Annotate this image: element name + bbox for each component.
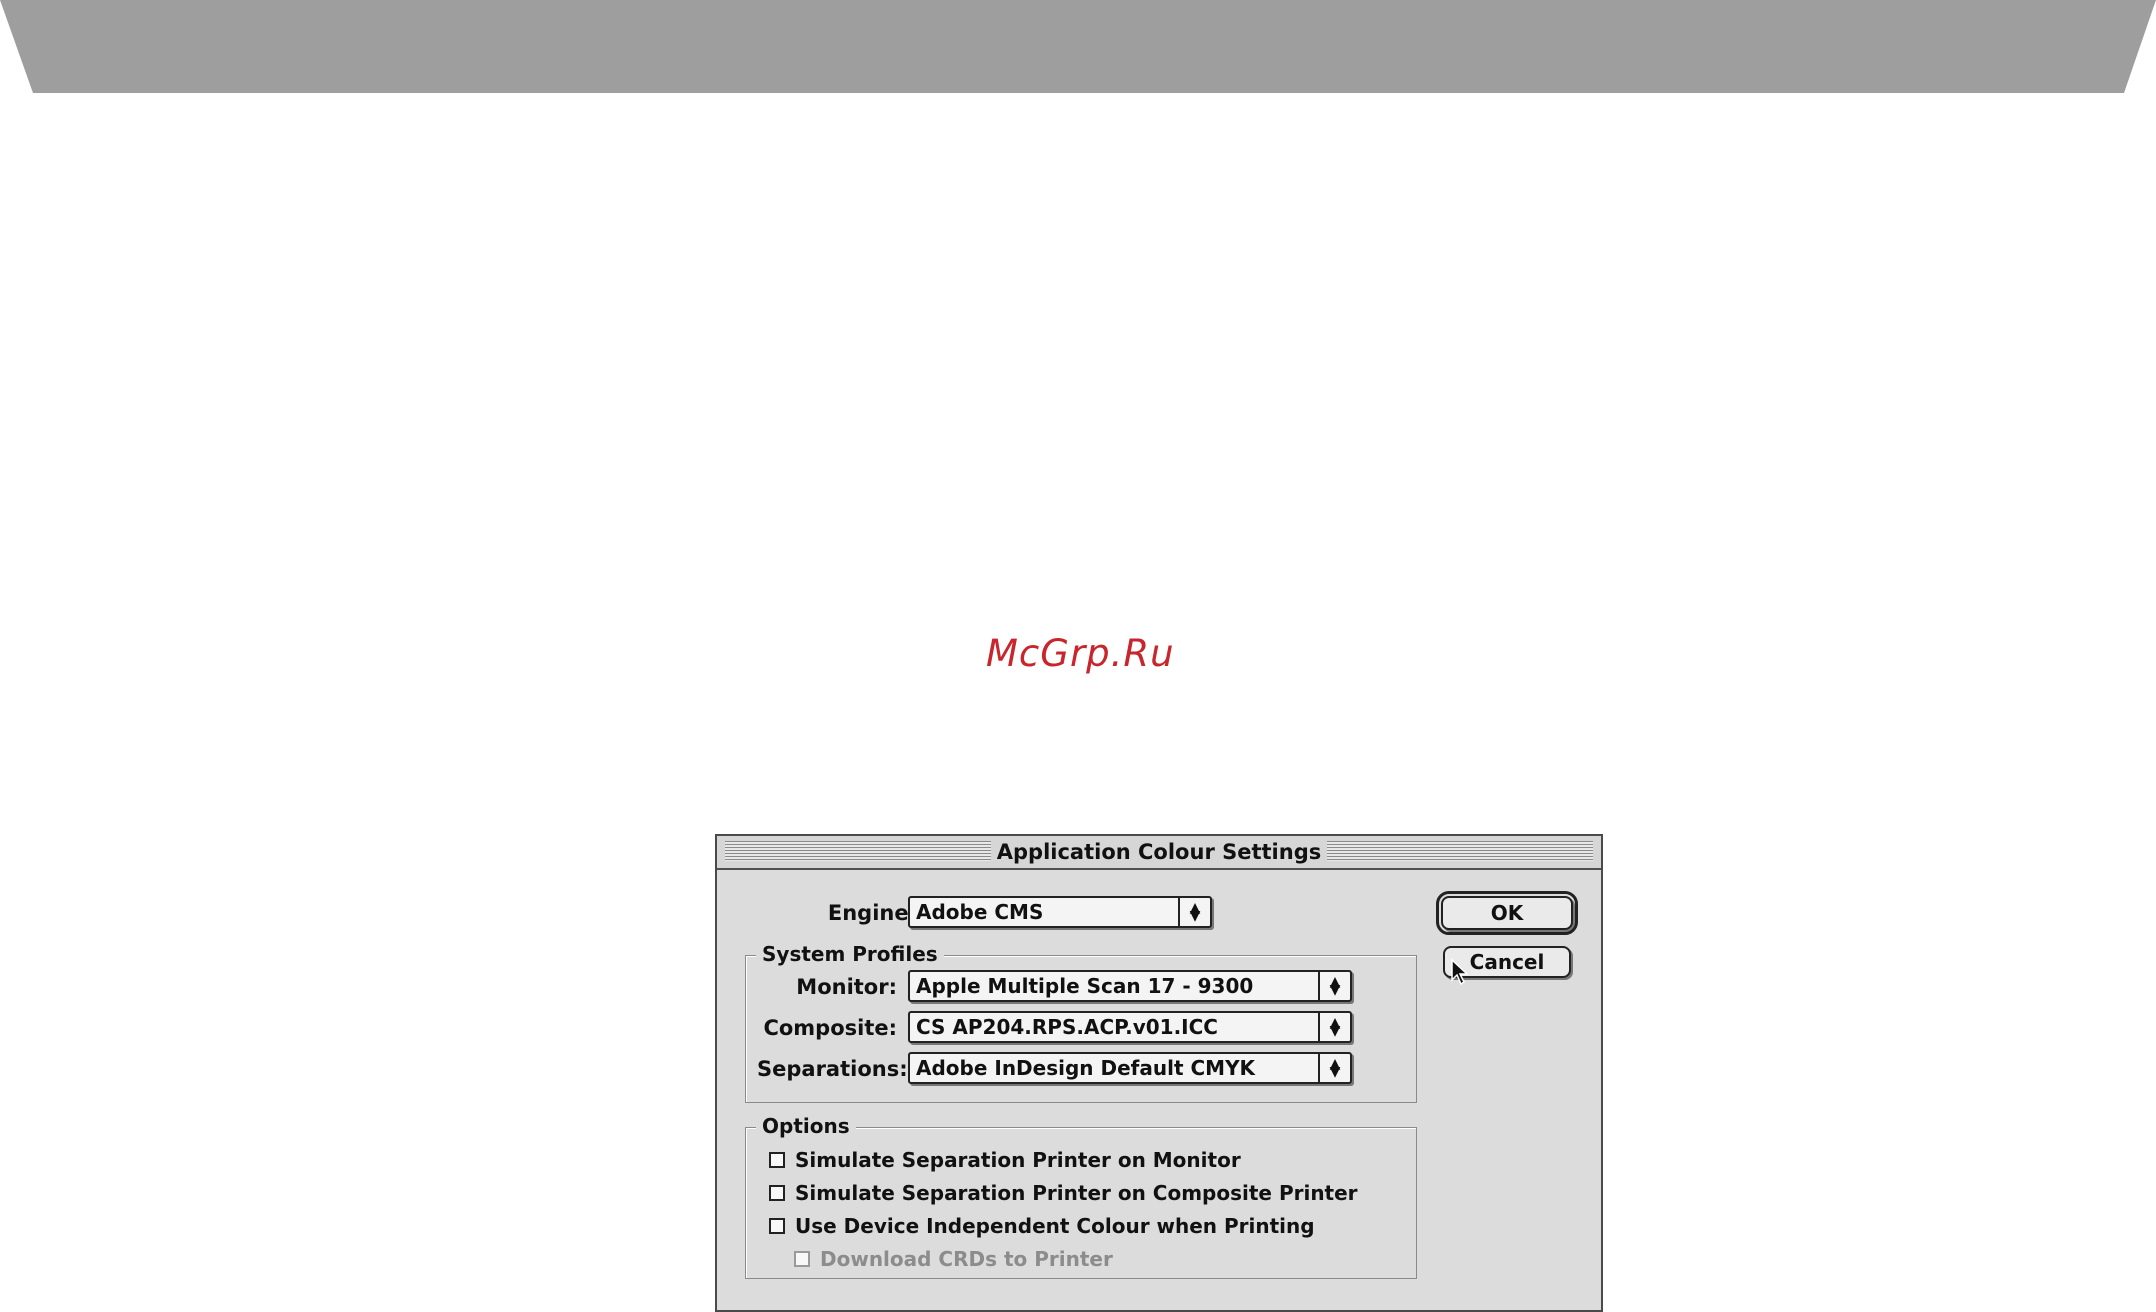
option-simulate-composite[interactable]: Simulate Separation Printer on Composite… [769, 1181, 1358, 1205]
popup-arrows-icon: ▲ ▼ [1318, 1013, 1350, 1041]
option-label: Download CRDs to Printer [820, 1247, 1113, 1271]
composite-popup[interactable]: CS AP204.RPS.ACP.v01.ICC ▲ ▼ [908, 1011, 1352, 1043]
option-label: Simulate Separation Printer on Monitor [795, 1148, 1241, 1172]
option-device-independent[interactable]: Use Device Independent Colour when Print… [769, 1214, 1315, 1238]
checkbox [794, 1251, 810, 1267]
ok-button[interactable]: OK [1436, 891, 1578, 935]
option-download-crds: Download CRDs to Printer [794, 1247, 1113, 1271]
popup-arrows-icon: ▲ ▼ [1178, 898, 1210, 926]
option-label: Simulate Separation Printer on Composite… [795, 1181, 1358, 1205]
titlebar-stripes [1305, 841, 1593, 861]
composite-value: CS AP204.RPS.ACP.v01.ICC [916, 1015, 1218, 1039]
monitor-value: Apple Multiple Scan 17 - 9300 [916, 974, 1254, 998]
separations-popup[interactable]: Adobe InDesign Default CMYK ▲ ▼ [908, 1052, 1352, 1084]
system-profiles-title: System Profiles [756, 942, 944, 966]
separations-label: Separations: [757, 1057, 908, 1081]
mouse-cursor-icon [1451, 958, 1469, 986]
engine-label: Engine: [827, 901, 917, 925]
composite-label: Composite: [763, 1016, 897, 1040]
popup-arrows-icon: ▲ ▼ [1318, 972, 1350, 1000]
checkbox[interactable] [769, 1218, 785, 1234]
monitor-label: Monitor: [796, 975, 897, 999]
checkbox[interactable] [769, 1185, 785, 1201]
engine-value: Adobe CMS [916, 900, 1044, 924]
separations-value: Adobe InDesign Default CMYK [916, 1056, 1256, 1080]
application-colour-settings-dialog: Application Colour Settings Engine: Adob… [715, 834, 1603, 1312]
option-simulate-monitor[interactable]: Simulate Separation Printer on Monitor [769, 1148, 1241, 1172]
options-title: Options [756, 1114, 856, 1138]
dialog-titlebar[interactable]: Application Colour Settings [717, 836, 1601, 870]
checkbox[interactable] [769, 1152, 785, 1168]
engine-popup[interactable]: Adobe CMS ▲ ▼ [908, 896, 1212, 928]
titlebar-stripes [725, 841, 1020, 861]
watermark-text: McGrp.Ru [986, 632, 1175, 675]
monitor-popup[interactable]: Apple Multiple Scan 17 - 9300 ▲ ▼ [908, 970, 1352, 1002]
option-label: Use Device Independent Colour when Print… [795, 1214, 1315, 1238]
popup-arrows-icon: ▲ ▼ [1318, 1054, 1350, 1082]
top-banner [0, 0, 2156, 93]
dialog-title: Application Colour Settings [990, 840, 1328, 864]
